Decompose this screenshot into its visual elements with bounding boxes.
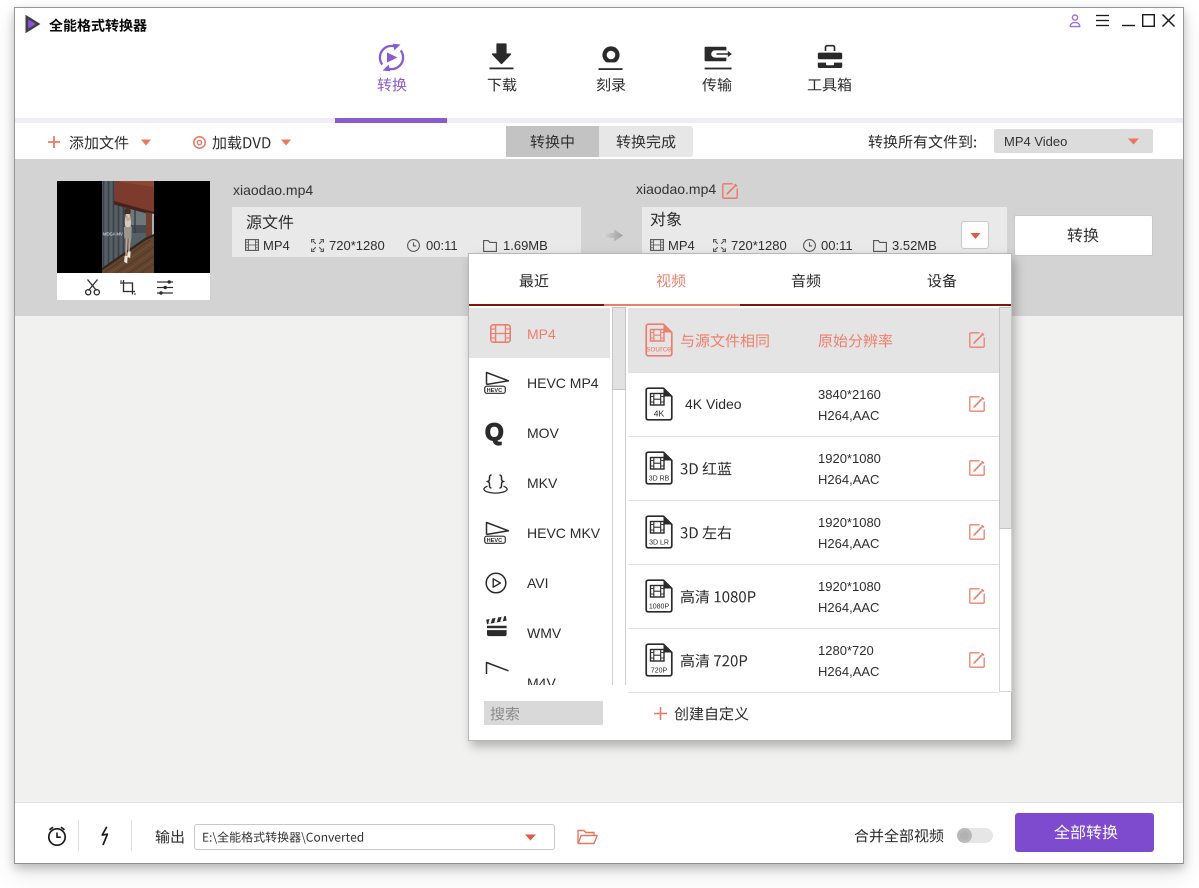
svg-text:MDGA MV: MDGA MV: [103, 232, 123, 237]
svg-text:3D RB: 3D RB: [649, 476, 670, 483]
svg-text:source: source: [646, 344, 672, 354]
svg-text:4K: 4K: [654, 409, 665, 419]
svg-text:720P: 720P: [651, 668, 668, 675]
svg-text:3D LR: 3D LR: [649, 540, 669, 547]
svg-text:HEVC: HEVC: [487, 538, 503, 544]
svg-text:HEVC: HEVC: [487, 388, 503, 394]
svg-text:1080P: 1080P: [649, 604, 670, 611]
